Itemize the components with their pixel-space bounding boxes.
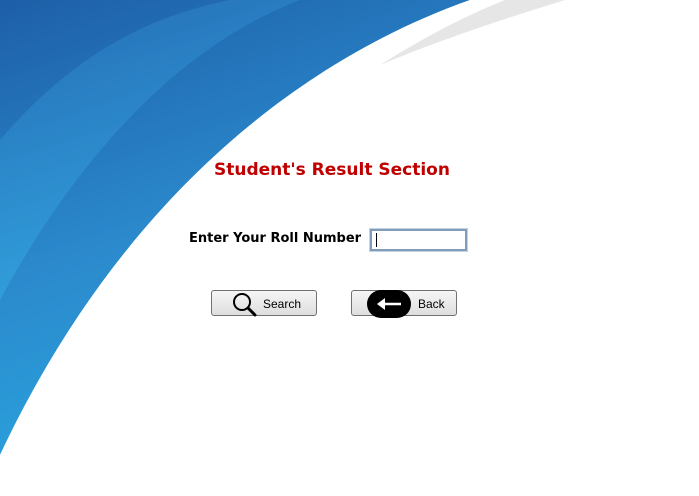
back-button[interactable]: Back: [351, 290, 457, 318]
result-window: Student's Result Section Enter Your Roll…: [0, 0, 699, 496]
text-caret: [376, 233, 377, 247]
search-button-label: Search: [263, 297, 302, 311]
background-swoosh-art: [0, 0, 565, 480]
back-button-label: Back: [418, 297, 445, 311]
magnifier-icon: [230, 290, 258, 321]
roll-number-input[interactable]: [369, 228, 468, 252]
page-title: Student's Result Section: [214, 160, 450, 180]
roll-number-label: Enter Your Roll Number: [189, 231, 362, 246]
search-button[interactable]: Search: [211, 290, 317, 317]
arrow-left-icon: [366, 290, 412, 321]
